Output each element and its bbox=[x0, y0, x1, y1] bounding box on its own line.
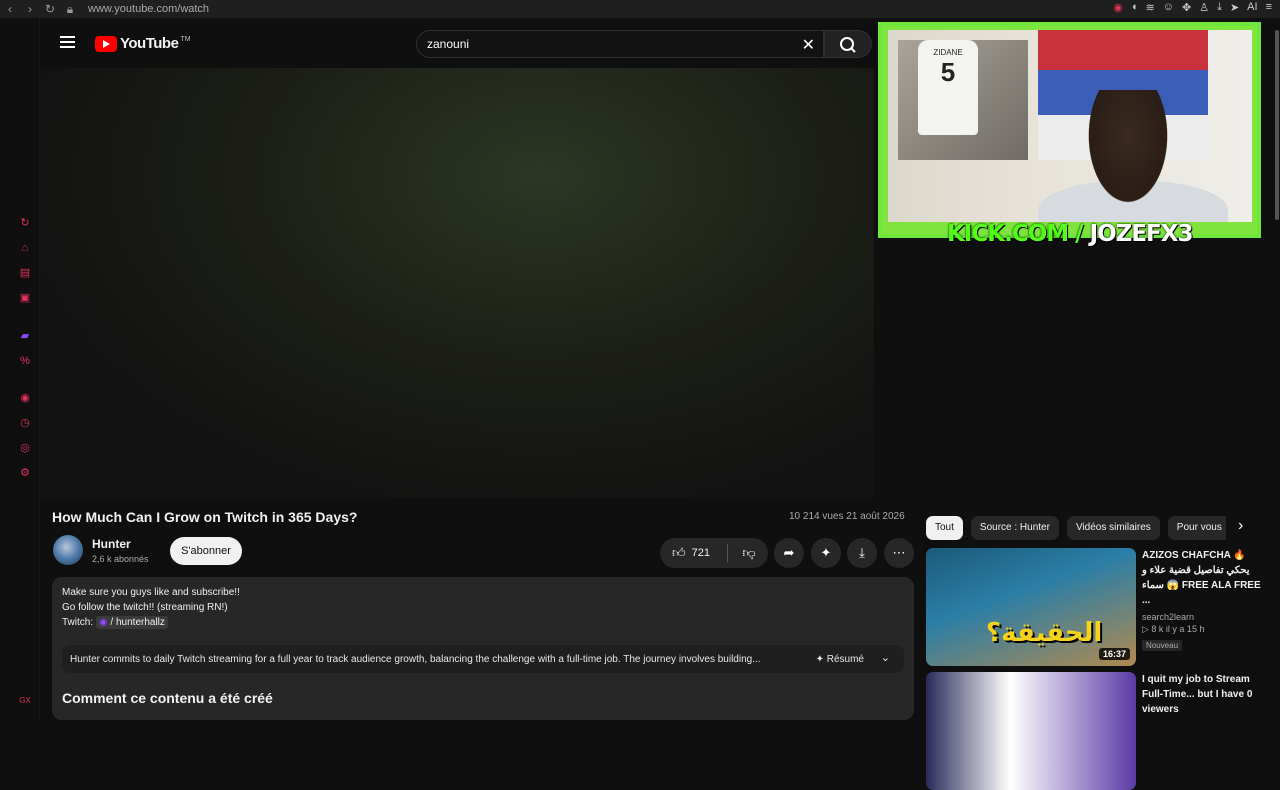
clock-icon[interactable]: ◷ bbox=[18, 416, 32, 430]
recommendation-info: I quit my job to Stream Full-Time... but… bbox=[1142, 672, 1266, 717]
description-line: Go follow the twitch!! (streaming RN!) bbox=[62, 602, 228, 613]
video-title: How Much Can I Grow on Twitch in 365 Day… bbox=[52, 509, 358, 525]
twitch-icon: ◉ bbox=[98, 617, 108, 628]
jersey-number: 5 bbox=[940, 57, 956, 87]
mail-icon[interactable]: ▣ bbox=[18, 291, 32, 305]
recommendation-channel[interactable]: search2learn bbox=[1142, 612, 1266, 622]
account-icon[interactable]: ♙ bbox=[1199, 1, 1209, 14]
ai-summary[interactable]: Hunter commits to daily Twitch streaming… bbox=[62, 645, 904, 673]
twitch-icon[interactable]: ▰ bbox=[18, 329, 32, 343]
ai-label[interactable]: AI bbox=[1247, 1, 1257, 14]
chip-similar[interactable]: Vidéos similaires bbox=[1066, 516, 1160, 540]
recommendation-info: AZIZOS CHAFCHA 🔥 يحكي تفاصيل قضية علاء و… bbox=[1142, 548, 1266, 653]
download-icon[interactable]: ⤓ bbox=[1217, 1, 1222, 14]
video-thumbnail[interactable] bbox=[926, 672, 1136, 790]
video-player[interactable] bbox=[40, 68, 1280, 498]
twitch-link[interactable]: ◉ / hunterhallz bbox=[95, 616, 168, 629]
browser-menu-icon[interactable]: ≡ bbox=[1266, 1, 1272, 14]
download-button[interactable]: ⤓ bbox=[847, 538, 877, 568]
settings-icon[interactable]: ⚙ bbox=[18, 466, 32, 480]
lock-icon: 🔒︎ bbox=[66, 1, 74, 16]
clear-icon[interactable]: ✕ bbox=[802, 35, 815, 55]
back-icon[interactable]: ‹ bbox=[0, 2, 20, 16]
download-icon: ⤓ bbox=[859, 545, 865, 560]
youtube-logo[interactable]: YouTube TM bbox=[95, 35, 191, 52]
share-button[interactable]: ➦ bbox=[774, 538, 804, 568]
puzzle-icon[interactable]: ✥ bbox=[1182, 1, 1191, 14]
channel-avatar[interactable] bbox=[53, 535, 83, 565]
profile-icon[interactable]: ☺ bbox=[1163, 1, 1174, 14]
percent-icon[interactable]: % bbox=[18, 354, 32, 368]
kick-prefix: KICK.COM / bbox=[947, 221, 1090, 247]
message-icon[interactable]: ◎ bbox=[18, 441, 32, 455]
logo-tm: TM bbox=[180, 36, 191, 43]
like-count: 721 bbox=[691, 547, 710, 559]
search-button[interactable] bbox=[824, 30, 872, 58]
search-input[interactable] bbox=[427, 37, 787, 51]
forward-icon[interactable]: › bbox=[20, 2, 40, 16]
search-icon bbox=[840, 37, 856, 53]
jersey-name: ZIDANE bbox=[933, 48, 963, 57]
description-box[interactable]: Make sure you guys like and subscribe!! … bbox=[52, 577, 914, 720]
chip-source[interactable]: Source : Hunter bbox=[970, 516, 1059, 540]
share-icon: ➦ bbox=[783, 545, 795, 560]
summary-text: Hunter commits to daily Twitch streaming… bbox=[70, 654, 761, 665]
logo-text: YouTube bbox=[120, 35, 179, 52]
search-box: ✕ bbox=[416, 30, 824, 58]
video-thumbnail[interactable]: الحقيقة؟ 16:37 bbox=[926, 548, 1136, 666]
description-line: Make sure you guys like and subscribe!! bbox=[62, 587, 240, 598]
channel-name[interactable]: Hunter bbox=[92, 537, 131, 551]
history-icon[interactable]: ↻ bbox=[18, 216, 32, 230]
webcam-feed: ZIDANE 5 bbox=[888, 30, 1252, 222]
recommendation-meta: ▷ 8 k il y a 15 h bbox=[1142, 624, 1205, 634]
more-icon: ⋯ bbox=[892, 545, 906, 560]
youtube-play-icon bbox=[95, 35, 117, 52]
chip-all[interactable]: Tout bbox=[926, 516, 963, 540]
subscribe-button[interactable]: S'abonner bbox=[170, 537, 242, 565]
chip-for-you[interactable]: Pour vous bbox=[1167, 516, 1226, 540]
kick-channel-text: KICK.COM / JOZEFX3 bbox=[947, 221, 1194, 247]
chevron-right-icon[interactable]: › bbox=[1238, 517, 1243, 535]
bag-icon[interactable]: ⌂ bbox=[18, 241, 32, 255]
twitch-label: Twitch: bbox=[62, 617, 94, 628]
new-badge: Nouveau bbox=[1142, 640, 1183, 651]
streamer-head bbox=[1078, 90, 1178, 220]
twitch-line: Twitch: ◉ / hunterhallz bbox=[62, 616, 168, 629]
chevron-down-icon[interactable]: ⌄ bbox=[881, 651, 890, 664]
section-heading: Comment ce contenu a été créé bbox=[62, 690, 273, 706]
send-icon[interactable]: ➤ bbox=[1230, 1, 1239, 14]
dislike-button[interactable]: 👎︎ bbox=[728, 538, 768, 568]
sparkle-icon: ✦ bbox=[820, 545, 832, 560]
subscriber-count: 2,6 k abonnés bbox=[92, 554, 149, 564]
thumbs-up-icon: 👍︎ bbox=[672, 545, 686, 560]
ask-button[interactable]: ✦ bbox=[811, 538, 841, 568]
recommendation-title[interactable]: I quit my job to Stream Full-Time... but… bbox=[1142, 672, 1266, 717]
duration-badge: 16:37 bbox=[1098, 648, 1130, 660]
gx-icon[interactable]: GX bbox=[18, 694, 32, 708]
browser-sidebar: ↻ ⌂ ▤ ▣ ▰ % ◉ ◷ ◎ ⚙ GX bbox=[0, 18, 40, 720]
reload-icon[interactable]: ↻ bbox=[40, 2, 60, 16]
thumbs-down-icon: 👎︎ bbox=[742, 545, 756, 560]
thumbnail-text: الحقيقة؟ bbox=[986, 618, 1103, 648]
like-button[interactable]: 👍︎ 721 bbox=[660, 538, 723, 568]
video-views-date: 10 214 vues 21 août 2026 bbox=[789, 511, 905, 522]
browser-toolbar: ‹ › ↻ 🔒︎ www.youtube.com/watch ◉ ◖ ≋ ☺ ✥… bbox=[0, 0, 1280, 18]
twitch-link-text: / hunterhallz bbox=[110, 617, 165, 628]
more-button[interactable]: ⋯ bbox=[884, 538, 914, 568]
menu-icon[interactable] bbox=[60, 36, 75, 48]
play-circle-icon[interactable]: ◉ bbox=[18, 391, 32, 405]
kick-username: JOZEFX3 bbox=[1089, 221, 1194, 247]
url-bar[interactable]: www.youtube.com/watch bbox=[88, 3, 209, 15]
extension-icon[interactable]: ◉ bbox=[1113, 1, 1123, 14]
filter-chips: Tout Source : Hunter Vidéos similaires P… bbox=[926, 516, 1226, 540]
wifi-icon[interactable]: ≋ bbox=[1146, 1, 1155, 14]
webcam-overlay: ZIDANE 5 KICK.COM / JOZEFX3 bbox=[878, 22, 1261, 247]
jersey: ZIDANE 5 bbox=[918, 40, 978, 135]
like-dislike-group: 👍︎ 721 👎︎ bbox=[660, 538, 768, 568]
summary-label[interactable]: ✦ Résumé bbox=[816, 654, 864, 665]
audio-icon[interactable]: ◖ bbox=[1131, 1, 1138, 14]
chat-icon[interactable]: ▤ bbox=[18, 266, 32, 280]
recommendation-title[interactable]: AZIZOS CHAFCHA 🔥 يحكي تفاصيل قضية علاء و… bbox=[1142, 548, 1266, 608]
page-scrollbar[interactable] bbox=[1275, 30, 1279, 220]
